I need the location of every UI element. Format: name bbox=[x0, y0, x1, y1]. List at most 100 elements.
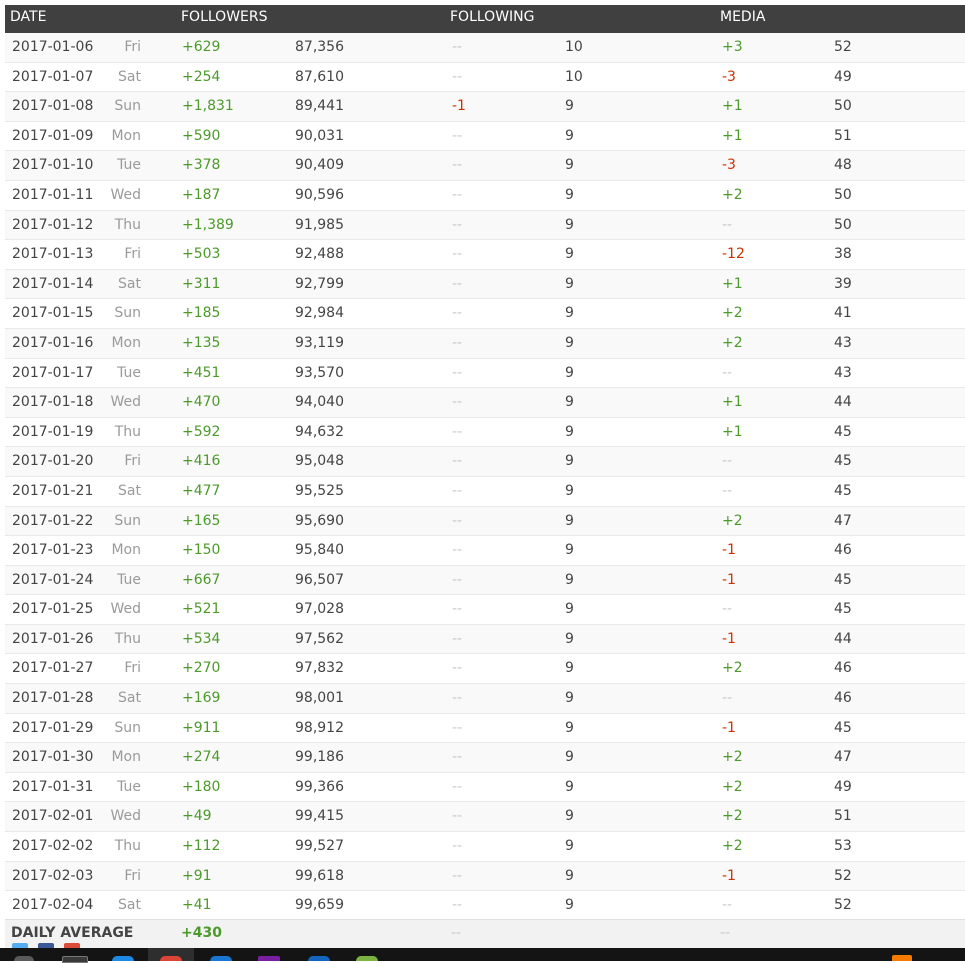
following-total-cell: 9 bbox=[565, 127, 574, 144]
following-total-cell: 9 bbox=[565, 838, 574, 855]
table-row: 2017-01-24 Tue +667 96,507 -- 9 -1 45 bbox=[5, 565, 965, 596]
following-change-cell: -- bbox=[452, 186, 463, 203]
start-icon[interactable] bbox=[14, 956, 34, 961]
followers-total-cell: 92,799 bbox=[295, 275, 344, 292]
followers-change-cell: +629 bbox=[182, 39, 221, 55]
following-change-cell: -- bbox=[452, 601, 463, 618]
weekday-cell: Fri bbox=[124, 453, 141, 470]
followers-change-cell: +667 bbox=[182, 571, 221, 588]
app-icon[interactable] bbox=[308, 956, 330, 961]
following-total-cell: 9 bbox=[565, 305, 574, 322]
weekday-cell: Thu bbox=[114, 838, 141, 855]
following-change-cell: -- bbox=[452, 453, 463, 470]
tray-icon[interactable] bbox=[892, 955, 912, 961]
table-row: 2017-02-02 Thu +112 99,527 -- 9 +2 53 bbox=[5, 832, 965, 862]
media-total-cell: 50 bbox=[834, 98, 852, 115]
weekday-cell: Wed bbox=[110, 394, 141, 411]
followers-total-cell: 93,570 bbox=[295, 364, 344, 381]
media-total-cell: 43 bbox=[834, 334, 852, 351]
media-change-cell: -3 bbox=[722, 68, 736, 85]
weekday-cell: Thu bbox=[114, 423, 141, 440]
following-total-cell: 9 bbox=[565, 601, 574, 618]
followers-total-cell: 99,415 bbox=[295, 808, 344, 825]
media-change-cell: +1 bbox=[722, 275, 743, 292]
following-change-cell: -- bbox=[452, 305, 463, 322]
followers-total-cell: 90,031 bbox=[295, 127, 344, 144]
followers-change-cell: +185 bbox=[182, 305, 221, 322]
ie-icon[interactable] bbox=[210, 956, 232, 961]
date-cell: 2017-01-23 bbox=[12, 542, 94, 559]
following-total-cell: 9 bbox=[565, 778, 574, 795]
followers-total-cell: 99,527 bbox=[295, 838, 344, 855]
weekday-cell: Wed bbox=[110, 808, 141, 825]
media-change-cell: -1 bbox=[722, 630, 736, 647]
followers-change-cell: +311 bbox=[182, 275, 221, 292]
table-row: 2017-01-16 Mon +135 93,119 -- 9 +2 43 bbox=[5, 328, 965, 359]
followers-change-cell: +254 bbox=[182, 68, 221, 85]
table-row: 2017-01-26 Thu +534 97,562 -- 9 -1 44 bbox=[5, 624, 965, 655]
chrome-icon[interactable] bbox=[160, 956, 182, 961]
following-total-cell: 9 bbox=[565, 334, 574, 351]
following-change-cell: -- bbox=[452, 246, 463, 263]
column-header-following[interactable]: FOLLOWING bbox=[450, 7, 535, 27]
following-change-cell: -- bbox=[452, 334, 463, 351]
date-cell: 2017-01-14 bbox=[12, 275, 94, 292]
edge-icon[interactable] bbox=[112, 956, 134, 961]
column-header-date[interactable]: DATE bbox=[10, 7, 46, 27]
following-total-cell: 9 bbox=[565, 364, 574, 381]
table-row: 2017-01-09 Mon +590 90,031 -- 9 +1 51 bbox=[5, 121, 965, 152]
weekday-cell: Fri bbox=[124, 246, 141, 263]
table-row: 2017-01-20 Fri +416 95,048 -- 9 -- 45 bbox=[5, 447, 965, 477]
date-cell: 2017-01-26 bbox=[12, 630, 94, 647]
date-cell: 2017-01-08 bbox=[12, 98, 94, 115]
following-total-cell: 9 bbox=[565, 394, 574, 411]
weekday-cell: Fri bbox=[124, 39, 141, 55]
weekday-cell: Thu bbox=[114, 630, 141, 647]
following-change-cell: -- bbox=[452, 808, 463, 825]
table-row: 2017-01-25 Wed +521 97,028 -- 9 -- 45 bbox=[5, 595, 965, 625]
following-change-cell: -- bbox=[452, 39, 463, 55]
table-row: 2017-01-28 Sat +169 98,001 -- 9 -- 46 bbox=[5, 684, 965, 714]
following-total-cell: 9 bbox=[565, 630, 574, 647]
file-explorer-icon[interactable] bbox=[62, 956, 88, 963]
media-total-cell: 46 bbox=[834, 542, 852, 559]
followers-change-cell: +135 bbox=[182, 334, 221, 351]
weekday-cell: Sun bbox=[114, 719, 141, 736]
following-change-cell: -- bbox=[452, 542, 463, 559]
following-total-cell: 9 bbox=[565, 897, 574, 914]
following-change-cell: -- bbox=[452, 394, 463, 411]
date-cell: 2017-02-01 bbox=[12, 808, 94, 825]
weekday-cell: Tue bbox=[117, 364, 141, 381]
following-total-cell: 9 bbox=[565, 571, 574, 588]
media-change-cell: -1 bbox=[722, 867, 736, 884]
media-change-cell: -- bbox=[722, 482, 733, 499]
table-row: 2017-01-15 Sun +185 92,984 -- 9 +2 41 bbox=[5, 299, 965, 329]
followers-total-cell: 90,596 bbox=[295, 186, 344, 203]
followers-change-cell: +416 bbox=[182, 453, 221, 470]
date-cell: 2017-01-29 bbox=[12, 719, 94, 736]
app-icon[interactable] bbox=[356, 956, 378, 961]
media-total-cell: 52 bbox=[834, 867, 852, 884]
media-total-cell: 52 bbox=[834, 39, 852, 55]
following-total-cell: 9 bbox=[565, 157, 574, 174]
weekday-cell: Sat bbox=[118, 482, 141, 499]
following-total-cell: 9 bbox=[565, 186, 574, 203]
followers-total-cell: 94,040 bbox=[295, 394, 344, 411]
media-change-cell: -- bbox=[722, 690, 733, 707]
media-total-cell: 44 bbox=[834, 394, 852, 411]
column-header-followers[interactable]: FOLLOWERS bbox=[181, 7, 268, 27]
weekday-cell: Tue bbox=[117, 157, 141, 174]
followers-change-cell: +911 bbox=[182, 719, 221, 736]
date-cell: 2017-02-02 bbox=[12, 838, 94, 855]
weekday-cell: Fri bbox=[124, 660, 141, 677]
media-total-cell: 45 bbox=[834, 482, 852, 499]
date-cell: 2017-01-19 bbox=[12, 423, 94, 440]
followers-average: +430 bbox=[181, 925, 222, 941]
onenote-icon[interactable] bbox=[258, 956, 280, 961]
followers-total-cell: 87,610 bbox=[295, 68, 344, 85]
followers-change-cell: +169 bbox=[182, 690, 221, 707]
date-cell: 2017-01-16 bbox=[12, 334, 94, 351]
date-cell: 2017-01-30 bbox=[12, 749, 94, 766]
followers-change-cell: +180 bbox=[182, 778, 221, 795]
column-header-media[interactable]: MEDIA bbox=[720, 7, 765, 27]
